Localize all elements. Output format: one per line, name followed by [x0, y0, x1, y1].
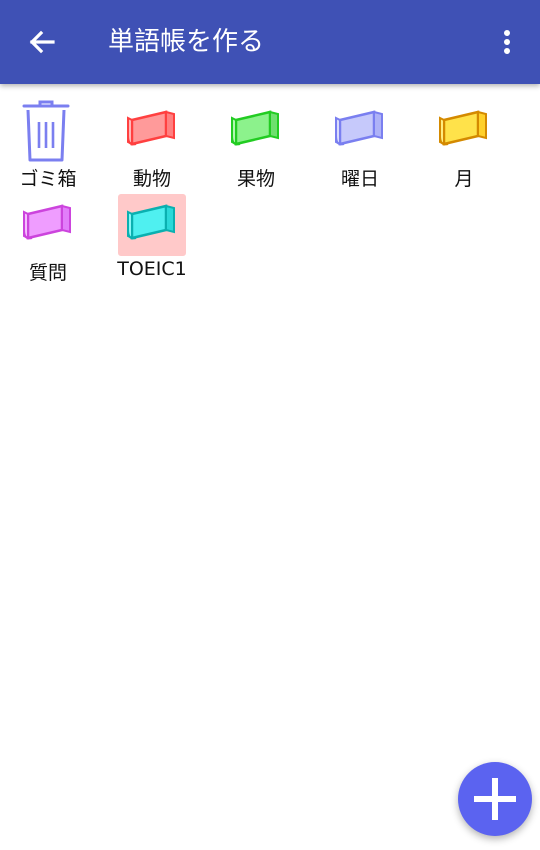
tile-wordbook[interactable]: 動物: [100, 100, 204, 192]
tile-label: ゴミ箱: [19, 168, 77, 190]
tile-label: 曜日: [340, 168, 379, 190]
icon-box: [118, 100, 186, 162]
book-icon: [127, 110, 175, 146]
overflow-menu-button[interactable]: [500, 22, 524, 62]
book-icon: [231, 110, 279, 146]
book-icon: [127, 204, 175, 240]
book-icon: [335, 110, 383, 146]
icon-box: [14, 100, 82, 162]
tile-wordbook[interactable]: 月: [412, 100, 516, 192]
trash-icon: [22, 100, 70, 162]
book-icon: [23, 204, 71, 240]
icon-box: [118, 194, 186, 256]
tile-wordbook[interactable]: 曜日: [308, 100, 412, 192]
tile-wordbook-selected[interactable]: TOEIC1: [100, 194, 204, 286]
add-wordbook-button[interactable]: [458, 762, 532, 836]
tile-trash[interactable]: ゴミ箱: [0, 100, 100, 192]
tile-label: 果物: [236, 168, 275, 190]
tile-label: 月: [454, 168, 474, 190]
back-button[interactable]: [20, 22, 64, 62]
more-vertical-icon: [504, 30, 510, 54]
icon-box: [326, 100, 394, 162]
tile-wordbook[interactable]: 質問: [0, 194, 100, 286]
app-bar: 単語帳を作る: [0, 0, 540, 84]
arrow-left-icon: [29, 30, 55, 54]
tile-label: 質問: [28, 262, 67, 284]
icon-box: [430, 100, 498, 162]
tile-label: TOEIC1: [117, 258, 187, 280]
page-title: 単語帳を作る: [108, 27, 265, 57]
icon-box: [222, 100, 290, 162]
icon-box: [14, 194, 82, 256]
plus-icon: [474, 778, 516, 820]
book-icon: [439, 110, 487, 146]
tile-label: 動物: [132, 168, 171, 190]
tile-wordbook[interactable]: 果物: [204, 100, 308, 192]
